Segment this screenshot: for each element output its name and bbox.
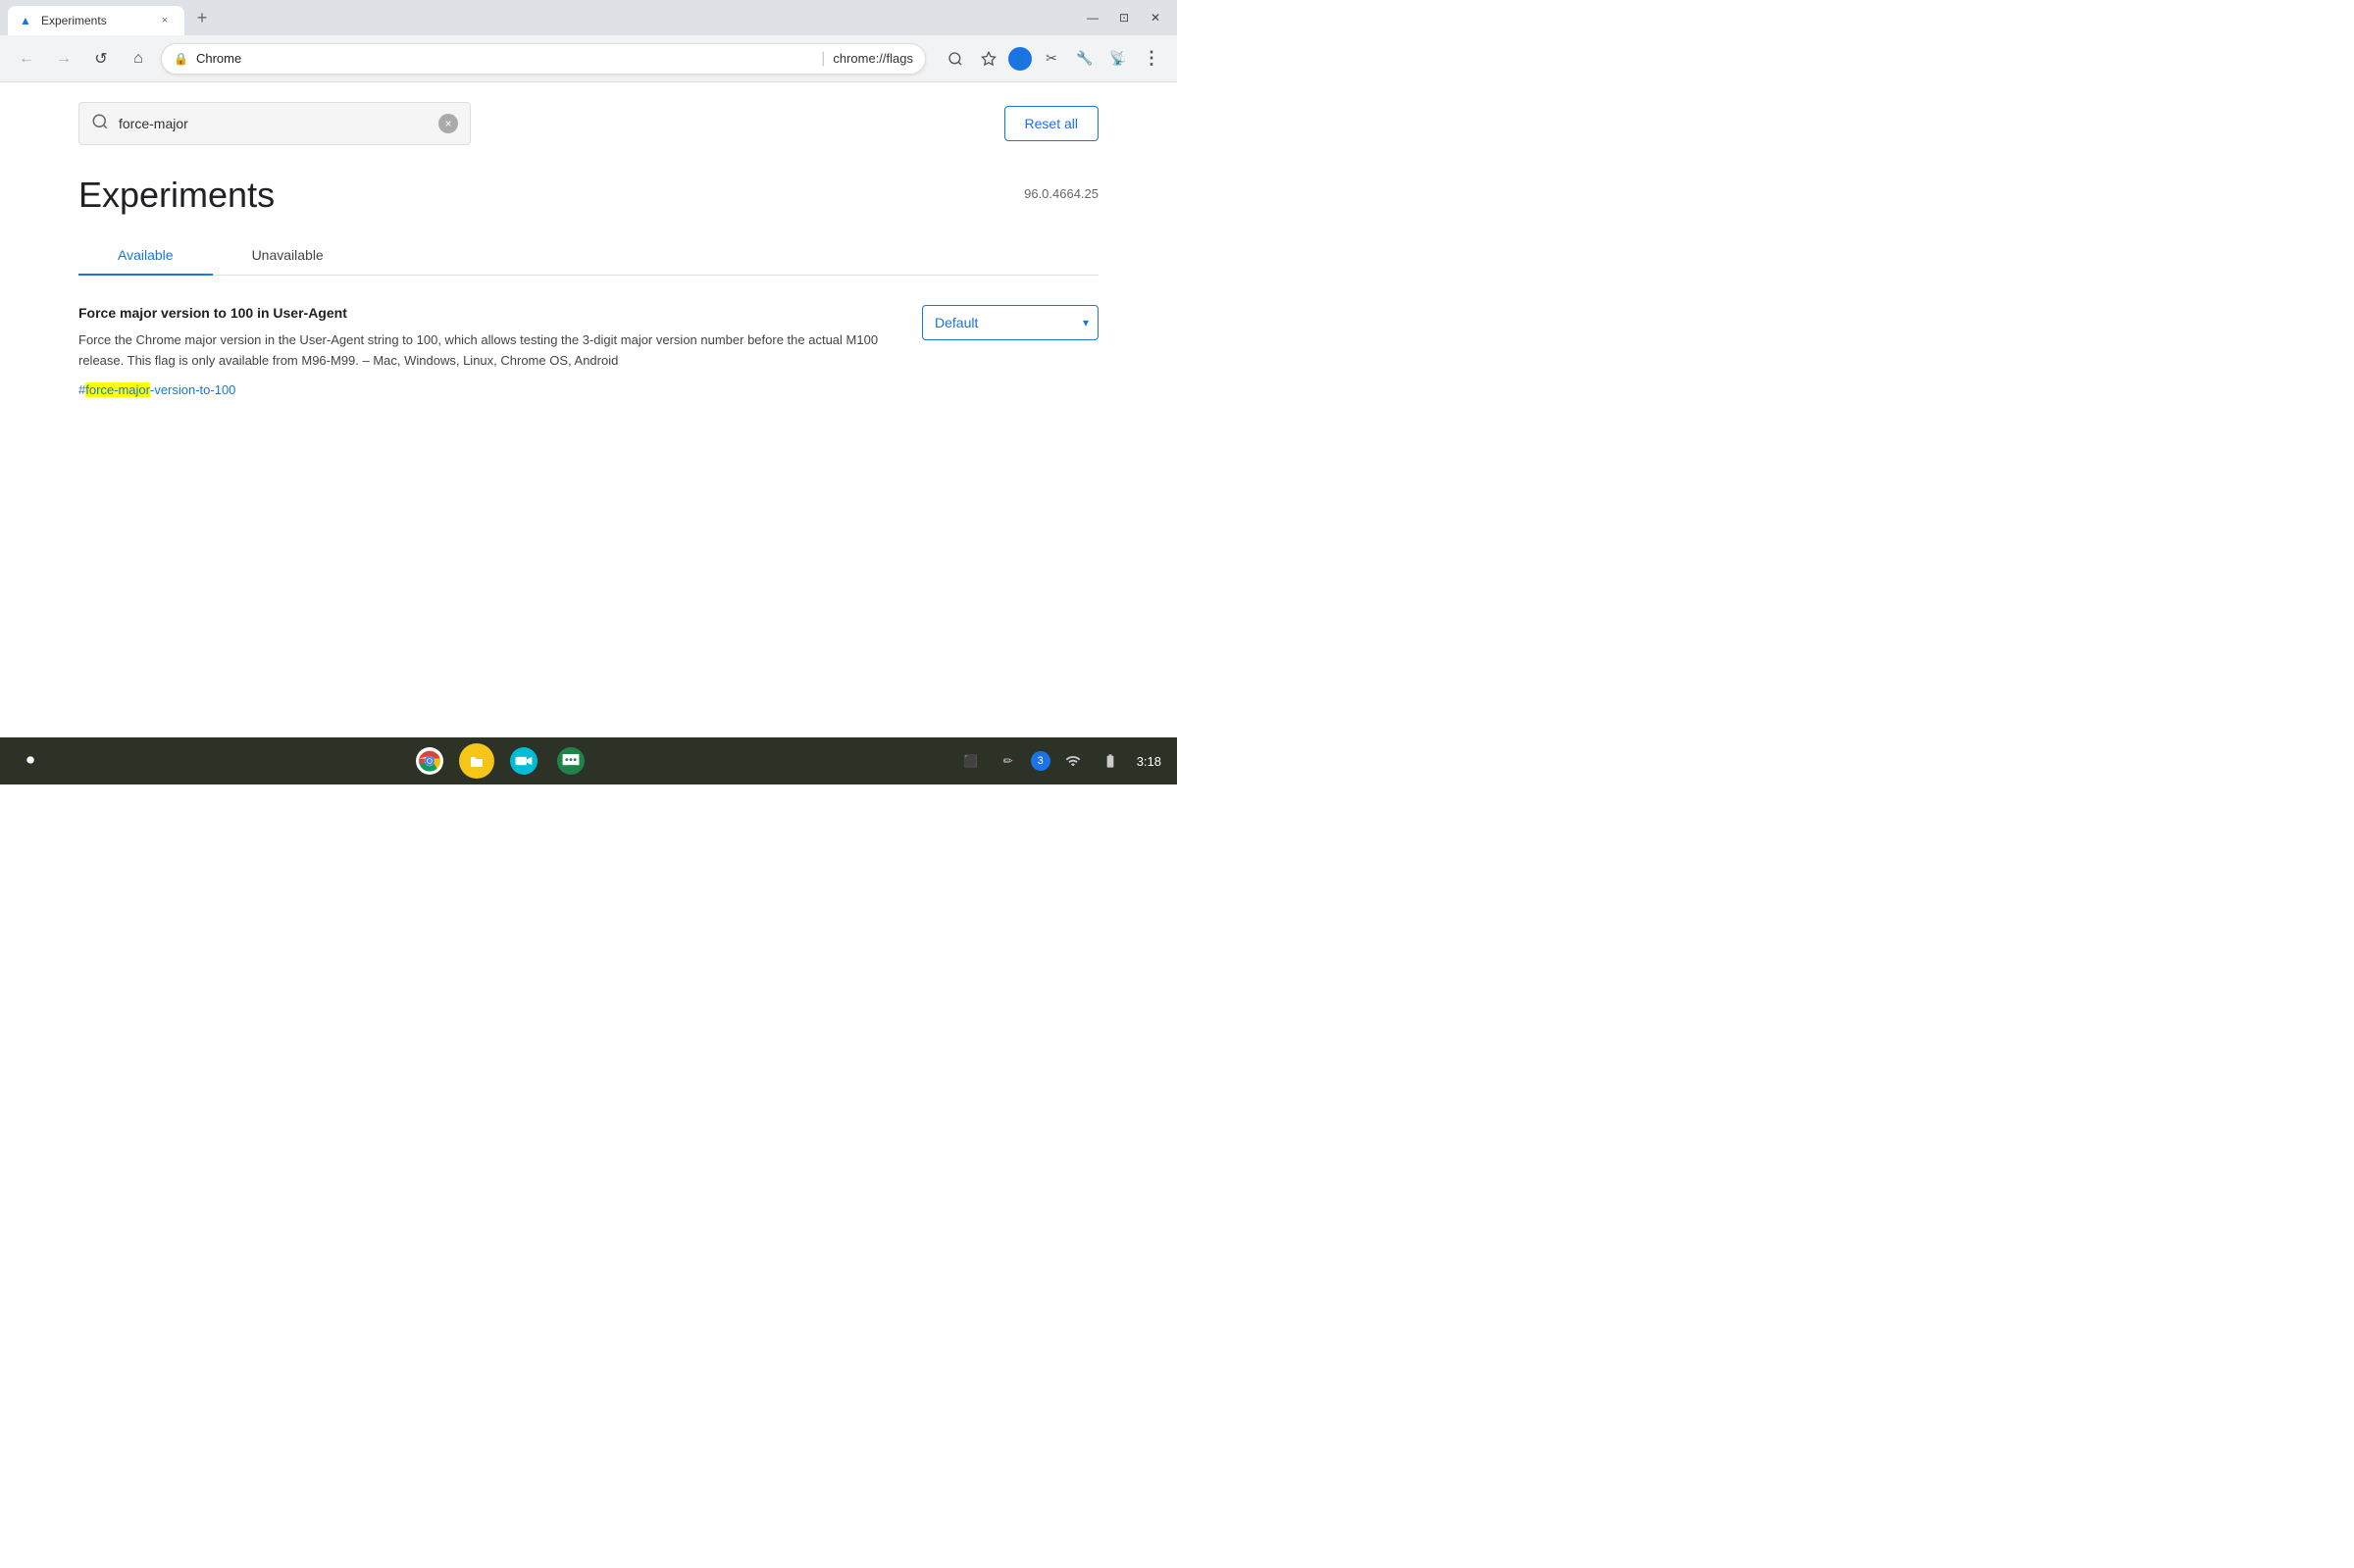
flag-info: Force major version to 100 in User-Agent… <box>78 305 883 399</box>
menu-button[interactable]: ⋮ <box>1138 45 1165 73</box>
battery-icon[interactable] <box>1096 746 1125 776</box>
flag-item: Force major version to 100 in User-Agent… <box>78 305 1099 399</box>
tab-available[interactable]: Available <box>78 239 213 275</box>
forward-button[interactable]: → <box>49 44 78 74</box>
url-text: chrome://flags <box>833 51 913 66</box>
search-icon <box>91 113 109 135</box>
experiments-header: Experiments 96.0.4664.25 <box>0 145 1177 216</box>
secure-icon: 🔒 <box>174 52 188 66</box>
profile-icon[interactable]: 👤 <box>1008 47 1032 71</box>
taskbar-time: 3:18 <box>1137 754 1161 769</box>
taskbar-files-icon[interactable] <box>459 743 494 779</box>
taskbar-chrome-icon[interactable] <box>412 743 447 779</box>
tabs-bar: Available Unavailable <box>78 239 1099 276</box>
flag-select[interactable]: Default Enabled Disabled <box>922 305 1099 340</box>
system-tray-icon[interactable]: ⏺ <box>16 746 45 776</box>
taskbar-right: ⬛ ✏ 3 3:18 <box>956 746 1161 776</box>
new-tab-button[interactable]: + <box>188 4 216 31</box>
reset-all-button[interactable]: Reset all <box>1004 106 1099 141</box>
maximize-button[interactable]: ⊡ <box>1110 4 1138 31</box>
page-title: Experiments <box>78 175 275 216</box>
taskbar-chat-icon[interactable] <box>553 743 588 779</box>
brand-text: Chrome <box>196 51 813 66</box>
back-button[interactable]: ← <box>12 44 41 74</box>
tab-favicon <box>20 14 33 27</box>
screenshot-icon[interactable]: ⬛ <box>956 746 986 776</box>
page-content: × Reset all Experiments 96.0.4664.25 Ava… <box>0 82 1177 737</box>
reload-button[interactable]: ↺ <box>86 44 116 74</box>
notification-badge[interactable]: 3 <box>1031 751 1050 771</box>
wifi-icon[interactable] <box>1058 746 1088 776</box>
search-section: × Reset all <box>0 82 1177 145</box>
flag-link[interactable]: #force-major-version-to-100 <box>78 382 235 397</box>
search-bar[interactable]: × <box>78 102 471 145</box>
puzzle-icon[interactable]: 🔧 <box>1071 45 1099 73</box>
taskbar-center <box>45 743 956 779</box>
flag-select-wrap[interactable]: Default Enabled Disabled ▾ <box>922 305 1099 340</box>
tab-close-button[interactable]: × <box>157 13 173 28</box>
close-button[interactable]: ✕ <box>1142 4 1169 31</box>
search-row: × Reset all <box>78 102 1099 145</box>
minimize-button[interactable]: — <box>1079 4 1106 31</box>
toolbar-icons: 👤 ✂ 🔧 📡 ⋮ <box>942 45 1165 73</box>
flag-link-highlight: force-major <box>85 382 150 397</box>
flags-list: Force major version to 100 in User-Agent… <box>0 276 1177 419</box>
tabs-section: Available Unavailable <box>0 216 1177 276</box>
flag-control: Default Enabled Disabled ▾ <box>922 305 1099 340</box>
search-toolbar-icon[interactable] <box>942 45 969 73</box>
search-input[interactable] <box>119 116 429 131</box>
address-field[interactable]: 🔒 Chrome | chrome://flags <box>161 43 926 75</box>
window-controls: — ⊡ ✕ <box>1079 4 1169 31</box>
search-clear-button[interactable]: × <box>438 114 458 133</box>
pen-icon[interactable]: ✏ <box>994 746 1023 776</box>
taskbar: ⏺ <box>0 737 1177 784</box>
address-divider: | <box>821 50 825 68</box>
taskbar-left: ⏺ <box>16 746 45 776</box>
active-tab[interactable]: Experiments × <box>8 6 184 35</box>
flag-title: Force major version to 100 in User-Agent <box>78 305 883 321</box>
tab-unavailable[interactable]: Unavailable <box>213 239 363 275</box>
extensions-icon[interactable]: ✂ <box>1038 45 1065 73</box>
bookmark-icon[interactable] <box>975 45 1002 73</box>
flag-description: Force the Chrome major version in the Us… <box>78 330 883 372</box>
tab-title: Experiments <box>41 14 149 27</box>
taskbar-meet-icon[interactable] <box>506 743 541 779</box>
flag-link-suffix: -version-to-100 <box>150 382 235 397</box>
home-button[interactable]: ⌂ <box>124 44 153 74</box>
address-bar: ← → ↺ ⌂ 🔒 Chrome | chrome://flags 👤 ✂ 🔧 … <box>0 35 1177 82</box>
version-text: 96.0.4664.25 <box>1024 186 1099 201</box>
cast-icon[interactable]: 📡 <box>1104 45 1132 73</box>
